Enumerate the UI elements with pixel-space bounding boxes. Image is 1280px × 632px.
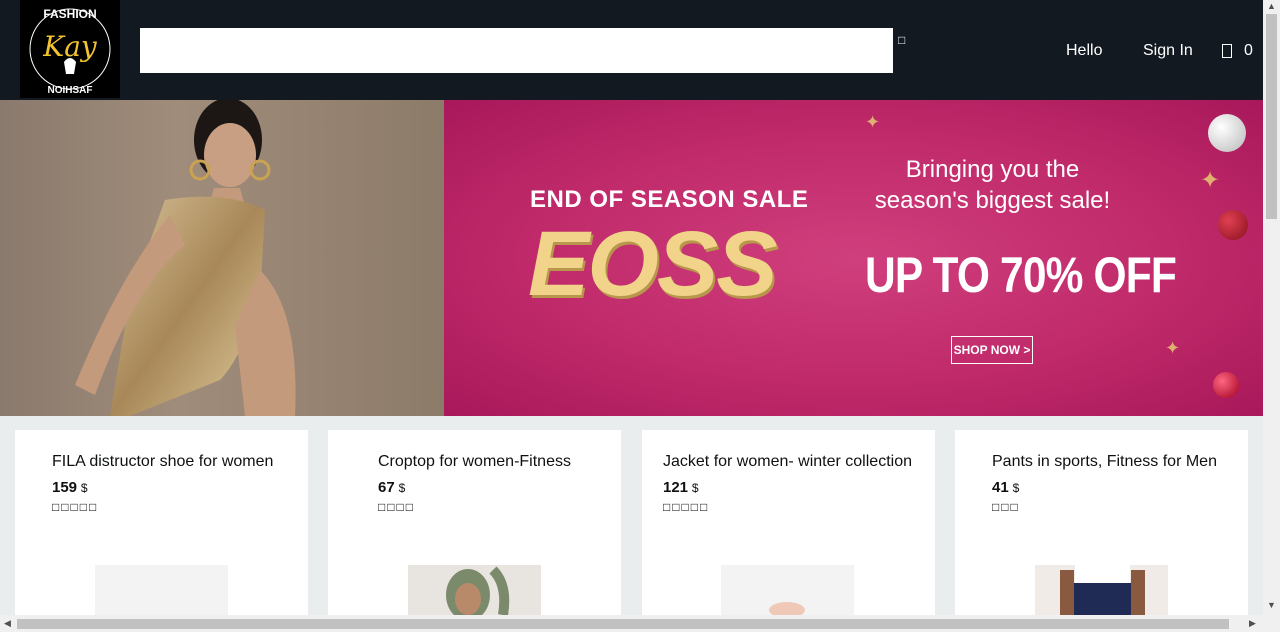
top-header: FASHION NOIHSAF Kay □ Hello Sign In 0 <box>0 0 1263 100</box>
vertical-scroll-thumb[interactable] <box>1266 14 1277 219</box>
brand-logo[interactable]: FASHION NOIHSAF Kay <box>20 0 120 98</box>
rating-stars: □□□□□ <box>663 500 710 514</box>
hero-banner[interactable]: ✦ ✦ ✦ END OF SEASON SALE EOSS Bringing y… <box>0 100 1263 416</box>
sign-in-link[interactable]: Sign In <box>1143 42 1193 60</box>
svg-text:FASHION: FASHION <box>43 7 96 21</box>
product-title[interactable]: FILA distructor shoe for women <box>52 453 273 471</box>
scroll-down-icon[interactable]: ▼ <box>1267 600 1276 610</box>
product-image[interactable] <box>1035 565 1168 615</box>
scroll-left-icon[interactable]: ◀ <box>4 618 11 629</box>
cart-button[interactable]: 0 <box>1222 42 1253 60</box>
sale-brand: EOSS <box>528 213 778 315</box>
product-price: 121 $ <box>663 479 699 496</box>
sale-tagline: Bringing you the season's biggest sale! <box>874 156 1111 214</box>
cart-icon <box>1222 44 1232 58</box>
price-currency: $ <box>398 481 406 495</box>
rating-stars: □□□□ <box>378 500 415 514</box>
product-title[interactable]: Pants in sports, Fitness for Men <box>992 453 1217 471</box>
shop-now-button[interactable]: SHOP NOW > <box>951 336 1033 364</box>
star-decoration: ✦ <box>1165 338 1181 358</box>
product-card[interactable]: Croptop for women-Fitness 67 $ □□□□ <box>328 430 621 621</box>
ornament-decoration <box>1213 372 1239 398</box>
scroll-up-icon[interactable]: ▲ <box>1267 1 1276 11</box>
price-value: 121 <box>663 479 689 496</box>
cart-count: 0 <box>1244 42 1253 59</box>
product-title[interactable]: Jacket for women- winter collection <box>663 453 912 471</box>
product-price: 159 $ <box>52 479 88 496</box>
svg-text:NOIHSAF: NOIHSAF <box>48 85 93 96</box>
rating-stars: □□□ <box>992 500 1020 514</box>
price-value: 159 <box>52 479 78 496</box>
hello-label: Hello <box>1066 42 1103 59</box>
product-title[interactable]: Croptop for women-Fitness <box>378 453 571 471</box>
rating-stars: □□□□□ <box>52 500 99 514</box>
star-decoration: ✦ <box>865 112 881 132</box>
product-price: 41 $ <box>992 479 1019 496</box>
horizontal-scroll-thumb[interactable] <box>17 619 1229 629</box>
price-value: 41 <box>992 479 1009 496</box>
scroll-right-icon[interactable]: ▶ <box>1249 618 1256 629</box>
ornament-decoration <box>1218 210 1248 240</box>
product-card[interactable]: Pants in sports, Fitness for Men 41 $ □□… <box>955 430 1248 615</box>
price-currency: $ <box>80 481 88 495</box>
ornament-decoration <box>1208 114 1246 152</box>
price-currency: $ <box>1012 481 1020 495</box>
product-image[interactable] <box>408 565 541 621</box>
product-card[interactable]: FILA distructor shoe for women 159 $ □□□… <box>15 430 308 615</box>
star-decoration: ✦ <box>1200 167 1221 194</box>
search-icon[interactable]: □ <box>898 33 912 47</box>
product-card[interactable]: Jacket for women- winter collection 121 … <box>642 430 935 618</box>
sale-eyebrow: END OF SEASON SALE <box>530 186 809 213</box>
product-price: 67 $ <box>378 479 405 496</box>
sale-offer: UP TO 70% OFF <box>865 247 1177 303</box>
product-image[interactable] <box>95 565 228 615</box>
model-photo <box>0 100 444 416</box>
product-image[interactable] <box>721 565 854 618</box>
price-value: 67 <box>378 479 395 496</box>
price-currency: $ <box>691 481 699 495</box>
search-input[interactable] <box>140 28 893 73</box>
